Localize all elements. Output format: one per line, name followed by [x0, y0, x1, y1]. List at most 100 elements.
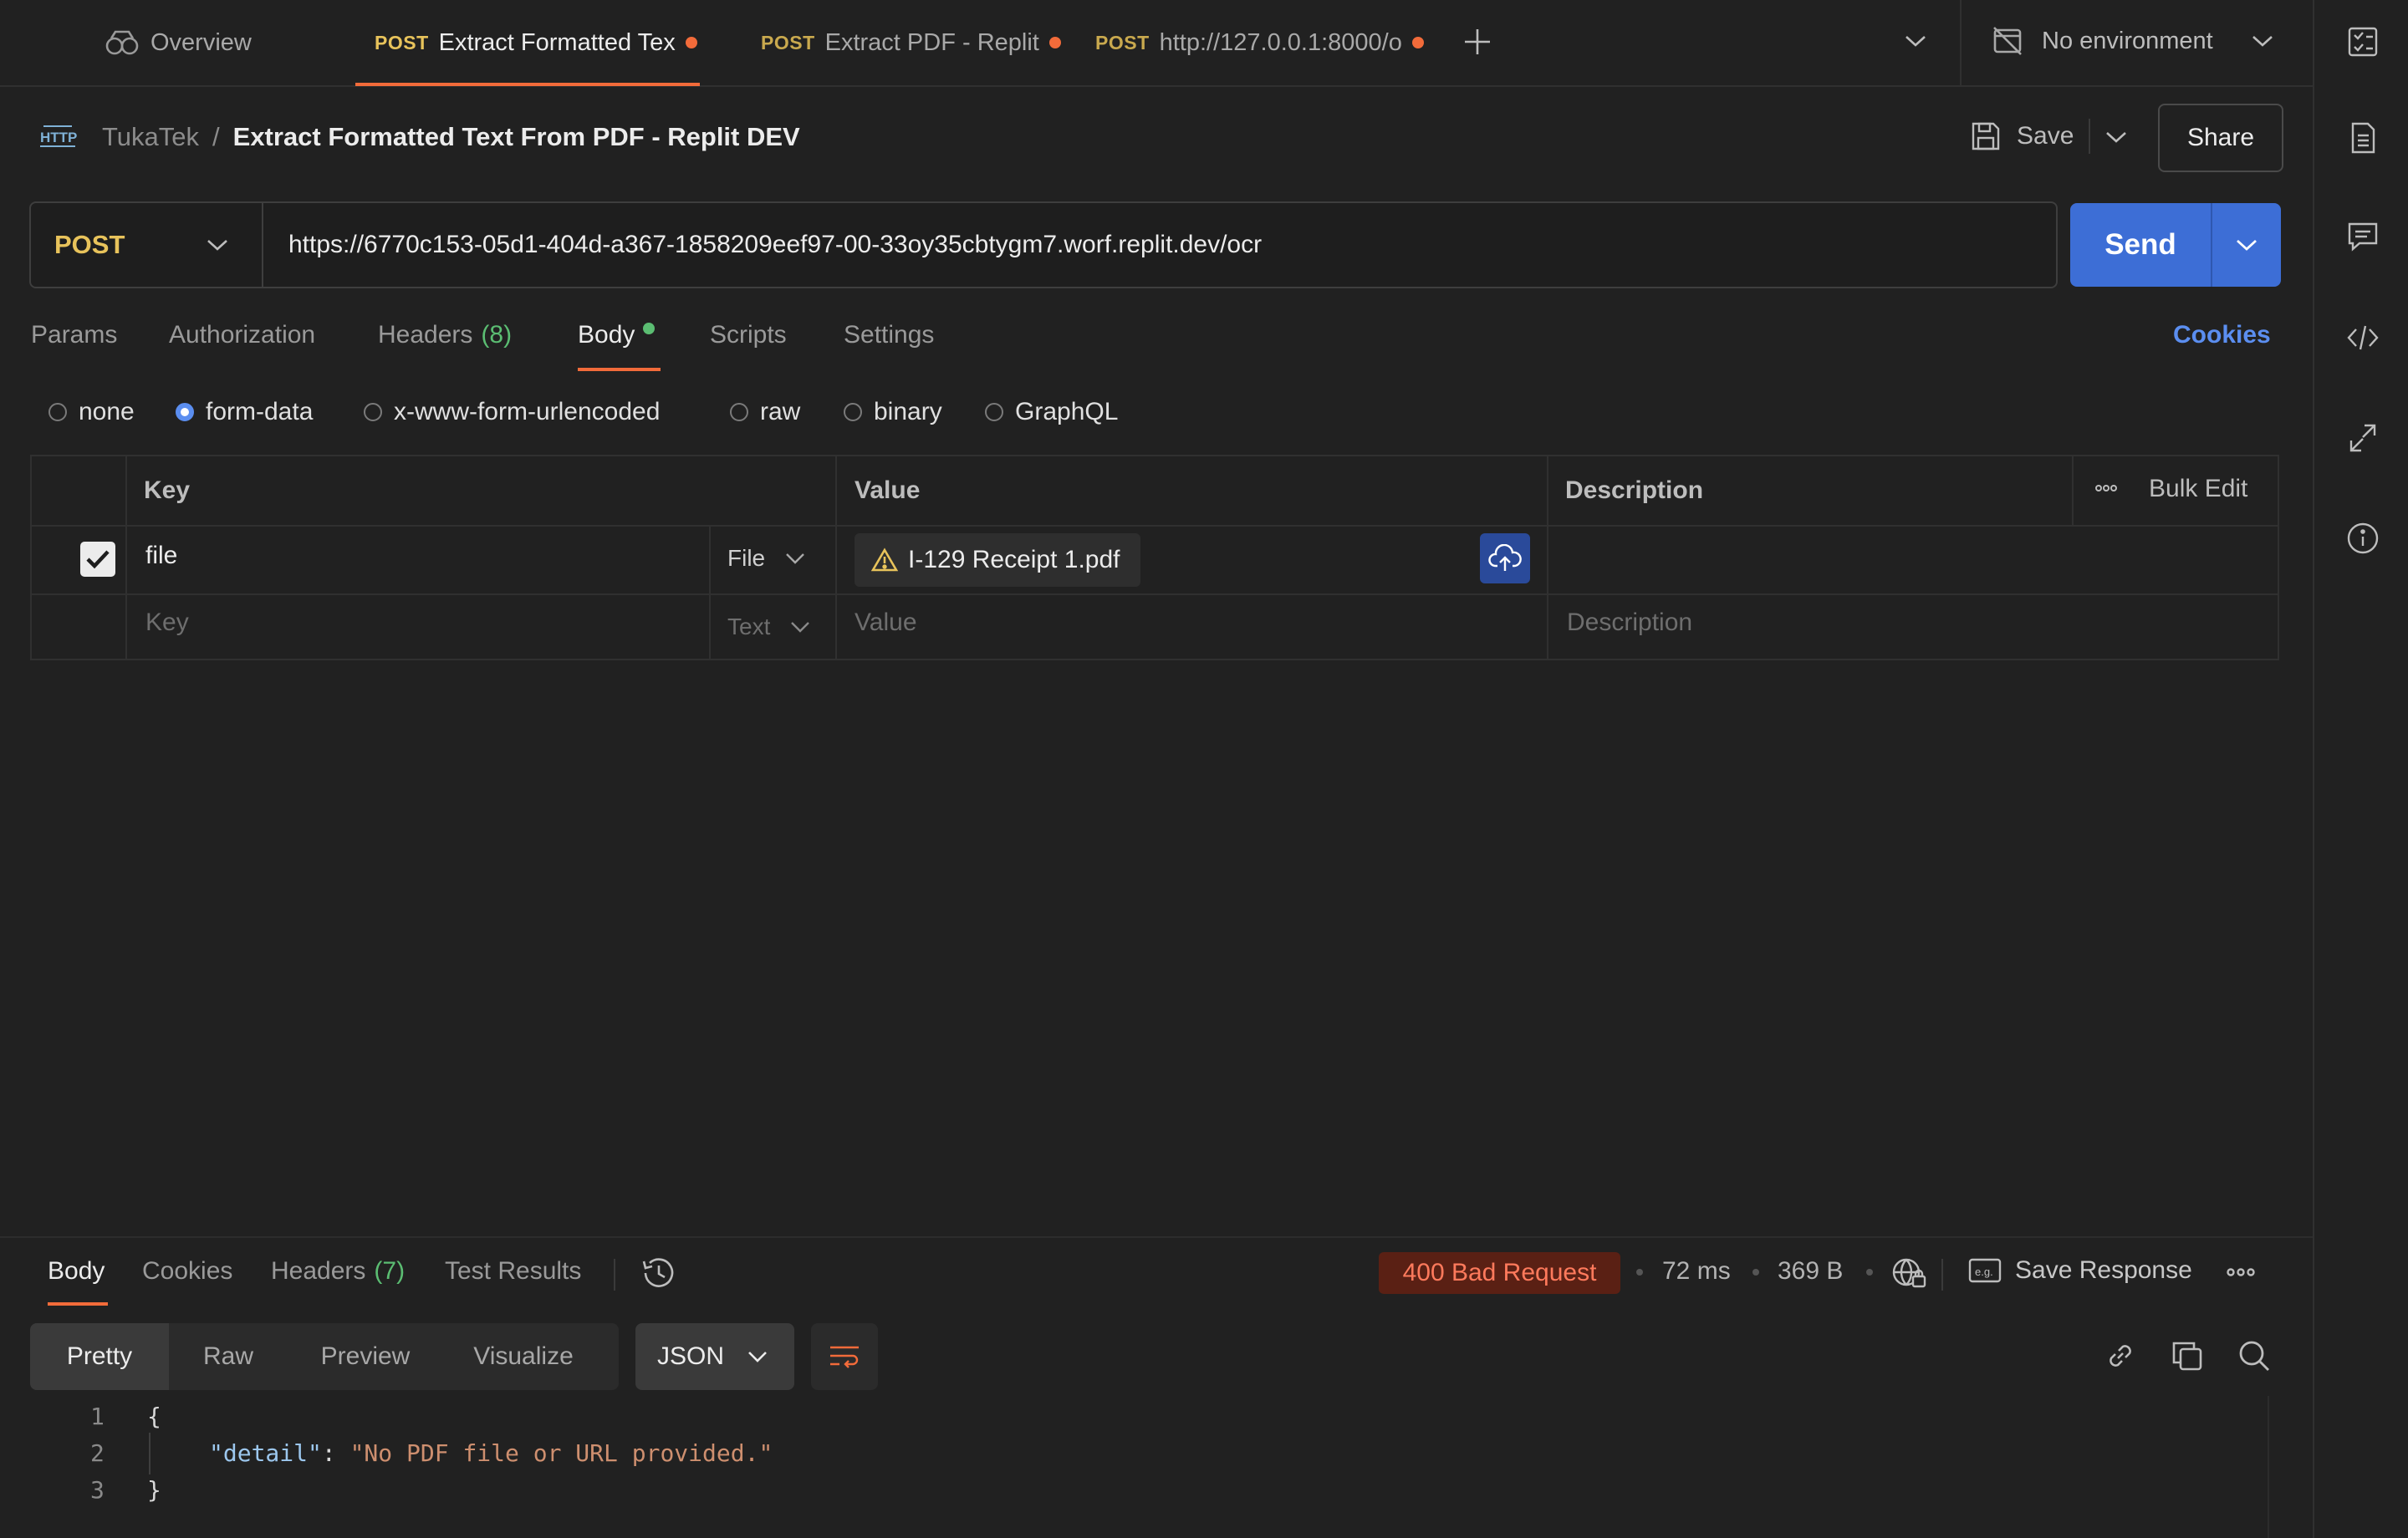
new-tab-plus-icon[interactable]: [1463, 28, 1492, 56]
response-time[interactable]: 72 ms: [1662, 1257, 1731, 1286]
response-code-viewer[interactable]: 1 2 3 { "detail": "No PDF file or URL pr…: [30, 1396, 2269, 1538]
cookies-link[interactable]: Cookies: [2173, 321, 2271, 349]
history-icon[interactable]: [640, 1256, 676, 1290]
radio-circle: [844, 403, 862, 421]
url-bar: POST https://6770c153-05d1-404d-a367-185…: [29, 201, 2058, 288]
environment-selector[interactable]: No environment: [1992, 25, 2273, 57]
file-chip[interactable]: I-129 Receipt 1.pdf: [855, 533, 1140, 587]
tab-overview[interactable]: Overview: [104, 0, 252, 85]
body-type-form-data[interactable]: form-data: [176, 398, 313, 426]
right-sidebar: [2313, 0, 2408, 1538]
cloud-upload-button[interactable]: [1480, 533, 1530, 583]
key-input-placeholder[interactable]: Key: [145, 609, 189, 637]
form-data-table: Key Value Description Bulk Edit file Fil…: [30, 455, 2279, 660]
row-type-select[interactable]: File: [727, 545, 805, 572]
view-preview[interactable]: Preview: [288, 1323, 443, 1390]
type-select[interactable]: Text: [727, 614, 810, 640]
row-key[interactable]: file: [145, 542, 177, 570]
code-line-detail: "detail": "No PDF file or URL provided.": [209, 1439, 773, 1467]
save-response-button[interactable]: e.g. Save Response: [1968, 1256, 2192, 1285]
send-options-chevron-icon[interactable]: [2212, 203, 2281, 287]
body-type-urlencoded[interactable]: x-www-form-urlencoded: [364, 398, 660, 426]
scrollbar-track[interactable]: [2268, 1396, 2269, 1538]
col-divider: [1547, 456, 1548, 659]
code-icon[interactable]: [2346, 321, 2380, 354]
tab-extract-formatted-text[interactable]: POST Extract Formatted Tex: [375, 0, 697, 85]
share-button[interactable]: Share: [2158, 104, 2283, 172]
network-globe-icon[interactable]: [1891, 1256, 1926, 1290]
save-button[interactable]: Save: [1970, 120, 2074, 152]
col-divider: [125, 456, 127, 659]
tab-authorization[interactable]: Authorization: [169, 321, 315, 349]
tab-label: Overview: [150, 28, 252, 56]
environment-label: No environment: [2042, 27, 2213, 54]
tab-settings[interactable]: Settings: [844, 321, 934, 349]
breadcrumb: TukaTek / Extract Formatted Text From PD…: [102, 122, 800, 152]
type-label: Text: [727, 614, 771, 639]
tab-method: POST: [375, 31, 429, 53]
link-icon[interactable]: [2104, 1339, 2137, 1372]
active-tab-underline: [355, 83, 700, 86]
save-options-chevron-icon[interactable]: [2105, 130, 2127, 145]
search-icon[interactable]: [2237, 1339, 2271, 1372]
view-pretty[interactable]: Pretty: [30, 1323, 169, 1390]
tab-body[interactable]: Body: [578, 321, 656, 349]
comments-icon[interactable]: [2346, 220, 2380, 253]
response-tab-body[interactable]: Body: [48, 1257, 105, 1286]
documentation-icon[interactable]: [2346, 121, 2380, 155]
body-type-raw[interactable]: raw: [730, 398, 800, 426]
send-label: Send: [2104, 228, 2176, 261]
wrap-lines-button[interactable]: [811, 1323, 878, 1390]
view-raw[interactable]: Raw: [169, 1323, 288, 1390]
http-request-icon: HTTP: [38, 121, 77, 153]
overview-icon: [104, 29, 140, 56]
bulk-edit-button[interactable]: Bulk Edit: [2149, 475, 2247, 503]
response-tab-headers[interactable]: Headers (7): [271, 1257, 405, 1286]
tab-localhost[interactable]: POST http://127.0.0.1:8000/o: [1095, 0, 1424, 85]
radio-label: x-www-form-urlencoded: [394, 398, 661, 425]
body-type-binary[interactable]: binary: [844, 398, 942, 426]
value-input-placeholder[interactable]: Value: [855, 609, 917, 637]
body-type-graphql[interactable]: GraphQL: [985, 398, 1118, 426]
info-icon[interactable]: [2346, 522, 2380, 555]
view-visualize[interactable]: Visualize: [443, 1323, 604, 1390]
tabs-chevron-down-icon[interactable]: [1905, 33, 1926, 48]
more-options-icon[interactable]: [2226, 1264, 2256, 1281]
body-type-none[interactable]: none: [48, 398, 135, 426]
breadcrumb-collection[interactable]: TukaTek: [102, 122, 199, 152]
status-badge[interactable]: 400 Bad Request: [1379, 1252, 1620, 1294]
tab-headers[interactable]: Headers (8): [378, 321, 512, 349]
environment-quick-look-icon[interactable]: [2346, 25, 2380, 59]
no-environment-icon: [1992, 25, 2023, 57]
tab-bar: Overview POST Extract Formatted Tex POST…: [0, 0, 2314, 87]
send-button[interactable]: Send: [2070, 203, 2211, 287]
response-size[interactable]: 369 B: [1778, 1257, 1843, 1286]
response-tab-cookies[interactable]: Cookies: [142, 1257, 232, 1286]
copy-icon[interactable]: [2171, 1339, 2204, 1372]
response-divider[interactable]: [0, 1236, 2313, 1238]
row-checkbox[interactable]: [80, 542, 115, 577]
divider: [1941, 1259, 1943, 1291]
column-header-value: Value: [855, 476, 921, 504]
column-header-key: Key: [144, 476, 191, 504]
tab-params[interactable]: Params: [31, 321, 117, 349]
row-type-label: File: [727, 545, 766, 571]
json-key: "detail": [209, 1439, 322, 1467]
request-title[interactable]: Extract Formatted Text From PDF - Replit…: [233, 122, 800, 152]
tab-extract-pdf-replit[interactable]: POST Extract PDF - Replit: [761, 0, 1061, 85]
format-select[interactable]: JSON: [635, 1323, 794, 1390]
related-collections-icon[interactable]: [2346, 421, 2380, 455]
tab-label: http://127.0.0.1:8000/o: [1159, 28, 1402, 56]
method-select[interactable]: POST: [31, 203, 263, 287]
url-input[interactable]: https://6770c153-05d1-404d-a367-1858209e…: [288, 203, 1262, 287]
tab-scripts[interactable]: Scripts: [710, 321, 787, 349]
radio-circle: [985, 403, 1003, 421]
active-tab-underline: [48, 1302, 108, 1306]
description-input-placeholder[interactable]: Description: [1567, 609, 1692, 637]
tab-method: POST: [761, 31, 815, 53]
column-header-description: Description: [1565, 476, 1704, 504]
tab-label: Extract PDF - Replit: [824, 28, 1039, 56]
more-options-icon[interactable]: [2094, 480, 2118, 497]
radio-label: GraphQL: [1015, 398, 1119, 425]
response-tab-test-results[interactable]: Test Results: [445, 1257, 581, 1286]
